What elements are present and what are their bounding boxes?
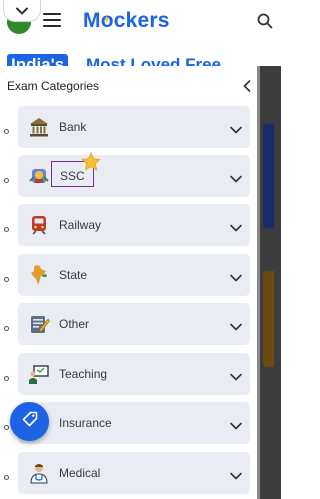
search-icon[interactable]: [256, 12, 274, 30]
star-icon: [81, 152, 101, 172]
category-item-other: Other: [0, 303, 257, 347]
category-card-ssc[interactable]: SSC: [18, 152, 250, 197]
chevron-down-icon: [230, 468, 242, 480]
category-item-bank: Bank: [0, 106, 257, 150]
bank-building-icon: [28, 116, 50, 138]
app-bar: Mockers: [0, 0, 281, 42]
list-bullet: [4, 178, 9, 183]
category-label: Other: [59, 317, 90, 331]
category-item-railway: Railway: [0, 204, 257, 248]
chevron-down-icon: [230, 220, 242, 232]
chevron-down-icon: [230, 270, 242, 282]
document-pen-icon: [28, 313, 50, 335]
category-item-ssc: SSC: [0, 152, 257, 199]
backdrop-blue-card: [263, 124, 274, 228]
chevron-down-icon: [230, 171, 242, 183]
list-bullet: [4, 129, 9, 134]
train-icon: [28, 214, 50, 236]
hamburger-menu-icon[interactable]: [43, 13, 61, 27]
list-bullet: [4, 376, 9, 381]
chevron-down-icon: [230, 319, 242, 331]
logo-o-icon: o: [101, 9, 114, 33]
list-bullet: [4, 425, 9, 430]
drawer-backdrop[interactable]: [259, 66, 281, 499]
chevron-down-icon: [230, 418, 242, 430]
drawer-scrollbar[interactable]: [257, 66, 260, 499]
category-label: Bank: [59, 120, 87, 134]
drawer-header: Exam Categories: [0, 66, 257, 108]
drawer-title: Exam Categories: [7, 79, 100, 93]
fab-tag-button[interactable]: [10, 402, 49, 441]
category-label: State: [59, 268, 88, 282]
chevron-down-icon: [230, 122, 242, 134]
list-bullet: [4, 277, 9, 282]
category-label: Railway: [59, 218, 102, 232]
list-bullet: [4, 475, 9, 480]
india-map-icon: [28, 264, 50, 286]
backdrop-amber-card: [263, 271, 274, 367]
category-card-bank[interactable]: Bank: [18, 106, 250, 148]
tag-icon: [22, 411, 38, 432]
chevron-down-icon[interactable]: [3, 0, 41, 22]
category-label: Medical: [59, 466, 101, 480]
category-card-state[interactable]: State: [18, 254, 250, 296]
category-item-state: State: [0, 254, 257, 298]
doctor-icon: [28, 462, 50, 484]
ssc-emblem-icon: [28, 165, 50, 187]
chevron-left-icon[interactable]: [240, 78, 254, 94]
category-card-insurance[interactable]: Insurance: [18, 402, 250, 444]
category-label: Teaching: [59, 367, 108, 381]
category-card-railway[interactable]: Railway: [18, 204, 250, 246]
app-logo[interactable]: Mockers: [83, 9, 170, 33]
list-bullet: [4, 326, 9, 331]
category-item-teaching: Teaching: [0, 353, 257, 397]
chevron-down-icon: [230, 369, 242, 381]
category-label: Insurance: [59, 416, 112, 430]
category-card-other[interactable]: Other: [18, 303, 250, 345]
category-item-medical: Medical: [0, 452, 257, 496]
list-bullet: [4, 227, 9, 232]
category-card-teaching[interactable]: Teaching: [18, 353, 250, 395]
category-card-medical[interactable]: Medical: [18, 452, 250, 494]
teacher-board-icon: [28, 363, 50, 385]
